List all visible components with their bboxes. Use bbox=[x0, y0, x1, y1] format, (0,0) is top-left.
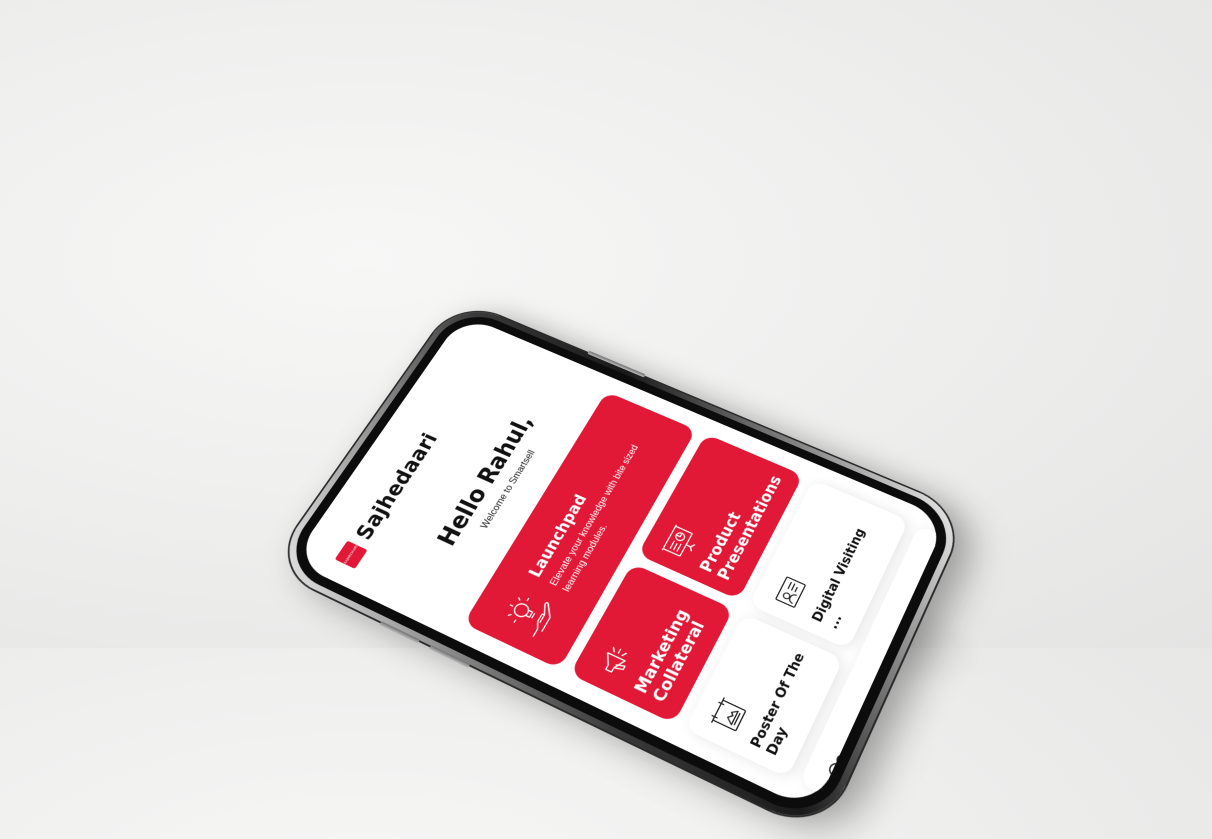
phone-mockup: SAJHEDAARI Sajhedaari Hello Rahul, Welco… bbox=[268, 298, 969, 836]
brand-logo[interactable]: SAJHEDAARI bbox=[334, 540, 368, 569]
brand-logo-text: SAJHEDAARI bbox=[342, 544, 359, 565]
scene: SAJHEDAARI Sajhedaari Hello Rahul, Welco… bbox=[0, 0, 1212, 836]
lightbulb-hand-icon bbox=[496, 584, 564, 645]
